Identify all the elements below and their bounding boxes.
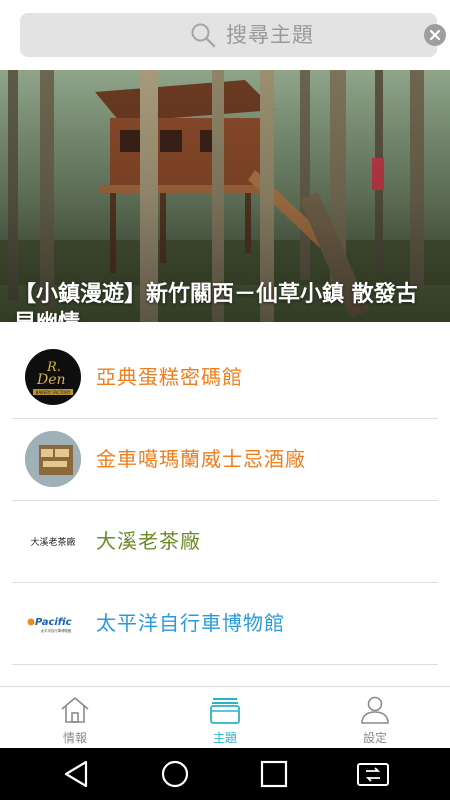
- list-item-label: 金車噶瑪蘭威士忌酒廠: [96, 447, 306, 471]
- close-icon: [429, 29, 441, 41]
- tab-settings-label: 設定: [362, 731, 387, 745]
- search-icon: [191, 23, 216, 48]
- kavalan-logo: [25, 431, 81, 487]
- list-item[interactable]: Pacific 太平洋自行車博物館 太平洋自行車博物館: [0, 583, 450, 665]
- home-circle-icon[interactable]: [155, 758, 195, 790]
- svg-text:BAKERY FACTORY: BAKERY FACTORY: [36, 390, 71, 395]
- recents-icon[interactable]: [254, 758, 294, 790]
- divider: [12, 664, 438, 665]
- list-item-label: 太平洋自行車博物館: [96, 611, 285, 635]
- screen-switch-icon[interactable]: [353, 758, 393, 790]
- search-input[interactable]: 搜尋主題: [20, 13, 446, 57]
- svg-text:Pacific: Pacific: [35, 617, 72, 628]
- banner-title: 【小鎮漫遊】新竹關西－仙草小鎮 散發古早幽情: [14, 282, 418, 322]
- person-icon: [361, 696, 389, 724]
- tab-topics[interactable]: 主題: [150, 687, 300, 749]
- tab-topics-label: 主題: [212, 731, 237, 745]
- list-item-label: 大溪老茶廠: [96, 529, 201, 553]
- home-icon: [61, 697, 89, 723]
- daxi-tea-logo: 大溪老茶廠: [25, 513, 81, 569]
- list-item[interactable]: 大溪老茶廠 大溪老茶廠: [0, 501, 450, 583]
- back-icon[interactable]: [56, 758, 96, 790]
- tab-settings[interactable]: 設定: [300, 687, 450, 749]
- topic-list: R. Den BAKERY FACTORY 亞典蛋糕密碼館 金車噶瑪蘭威士忌酒廠…: [0, 337, 450, 665]
- search-placeholder: 搜尋主題: [226, 23, 314, 47]
- tab-info[interactable]: 情報: [0, 687, 150, 749]
- system-nav-bar: [0, 748, 450, 800]
- tab-info-label: 情報: [62, 731, 87, 745]
- clear-search-button[interactable]: [424, 24, 446, 46]
- list-item[interactable]: 金車噶瑪蘭威士忌酒廠: [0, 419, 450, 501]
- svg-text:大溪老茶廠: 大溪老茶廠: [30, 536, 75, 548]
- list-item-label: 亞典蛋糕密碼館: [96, 365, 243, 389]
- bottom-nav: 情報 主題 設定: [0, 686, 450, 748]
- r-den-logo: R. Den BAKERY FACTORY: [25, 349, 81, 405]
- svg-text:Den: Den: [36, 372, 66, 388]
- list-item[interactable]: R. Den BAKERY FACTORY 亞典蛋糕密碼館: [0, 337, 450, 419]
- search-header: 搜尋主題: [0, 0, 450, 70]
- svg-text:太平洋自行車博物館: 太平洋自行車博物館: [41, 628, 72, 633]
- folder-icon: [210, 698, 240, 724]
- featured-banner[interactable]: 【小鎮漫遊】新竹關西－仙草小鎮 散發古早幽情: [0, 70, 450, 322]
- pacific-logo: Pacific 太平洋自行車博物館: [25, 595, 81, 651]
